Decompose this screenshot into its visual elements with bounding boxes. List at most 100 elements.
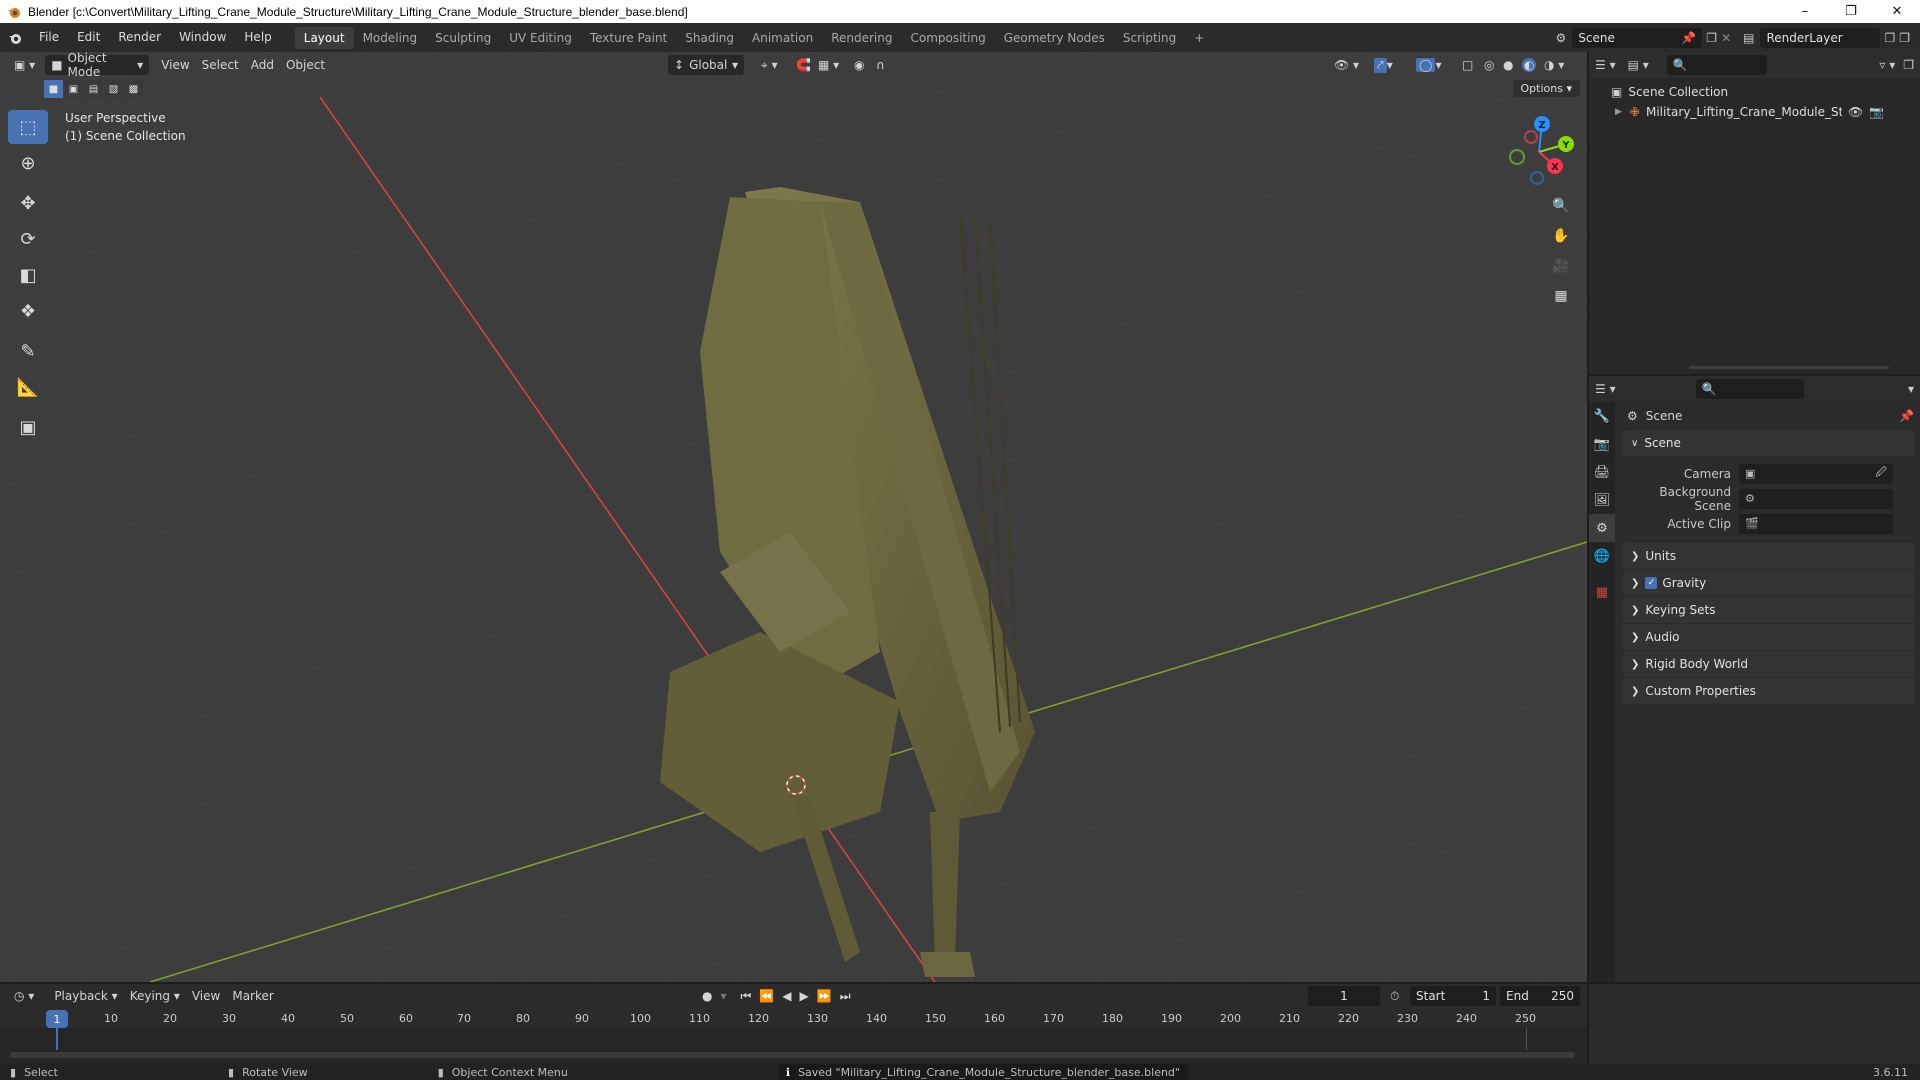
- zoom-icon[interactable]: 🔍: [1549, 194, 1573, 218]
- measure-icon[interactable]: 📐: [8, 370, 48, 404]
- menu-view[interactable]: View: [155, 55, 195, 75]
- select-subtract-icon[interactable]: ▤: [84, 80, 103, 98]
- menu-window[interactable]: Window: [170, 23, 235, 52]
- tab-geometry-nodes[interactable]: Geometry Nodes: [995, 27, 1114, 49]
- menu-playback[interactable]: Playback ▾: [48, 986, 123, 1006]
- delete-view-layer-icon[interactable]: ❐: [1899, 31, 1910, 45]
- snap-target-icon[interactable]: ▦ ▾: [812, 55, 845, 75]
- 3d-viewport[interactable]: ▣ ▾ ■ Object Mode ▾ View Select Add Obje…: [0, 52, 1587, 982]
- current-frame-field[interactable]: 1: [1308, 986, 1380, 1006]
- editor-type-icon[interactable]: ▣ ▾: [8, 55, 41, 75]
- active-clip-field[interactable]: 🎬: [1739, 513, 1893, 534]
- pan-hand-icon[interactable]: ✋: [1549, 224, 1573, 248]
- gravity-checkbox[interactable]: ✓: [1645, 577, 1658, 589]
- tab-rendering[interactable]: Rendering: [822, 27, 901, 49]
- outliner-scene-collection[interactable]: ▣ Scene Collection: [1589, 82, 1920, 102]
- display-mode-icon[interactable]: ▤ ▾: [1628, 58, 1649, 72]
- ortho-toggle-icon[interactable]: ▦: [1549, 284, 1573, 308]
- chevron-down-icon[interactable]: ▾: [720, 989, 726, 1003]
- new-scene-icon[interactable]: ❐: [1706, 31, 1717, 45]
- keying-sets-panel-header[interactable]: ❯ Keying Sets: [1623, 597, 1914, 623]
- overlay-toggle-icon[interactable]: ◯ ▾: [1410, 55, 1447, 75]
- camera-render-icon[interactable]: 📷: [1869, 105, 1884, 119]
- tab-uv-editing[interactable]: UV Editing: [500, 27, 581, 49]
- eye-icon[interactable]: 👁: [1848, 105, 1863, 119]
- jump-start-icon[interactable]: ⏮: [741, 989, 752, 1004]
- menu-select[interactable]: Select: [196, 55, 245, 75]
- rendered-shading-icon[interactable]: ◑ ▾: [1538, 55, 1570, 75]
- rotate-icon[interactable]: ⟳: [8, 222, 48, 256]
- background-scene-field[interactable]: ⚙: [1739, 488, 1893, 509]
- menu-edit[interactable]: Edit: [68, 23, 109, 52]
- expand-arrow-icon[interactable]: ▶: [1615, 107, 1622, 117]
- timeline-scrollbar[interactable]: [10, 1052, 1575, 1058]
- menu-timeline-view[interactable]: View: [186, 986, 226, 1006]
- minimize-icon[interactable]: –: [1782, 0, 1828, 23]
- end-frame-field[interactable]: End 250: [1500, 986, 1580, 1006]
- scene-selector[interactable]: Scene 📌: [1572, 27, 1703, 48]
- camera-view-icon[interactable]: 🎥: [1549, 254, 1573, 278]
- tab-shading[interactable]: Shading: [676, 27, 743, 49]
- playhead[interactable]: 1: [46, 1010, 68, 1028]
- tab-texture-paint[interactable]: Texture Paint: [581, 27, 676, 49]
- rigid-body-world-panel-header[interactable]: ❯ Rigid Body World: [1623, 651, 1914, 677]
- properties-editor-icon[interactable]: ☰ ▾: [1595, 382, 1616, 396]
- outliner-editor-icon[interactable]: ☰ ▾: [1595, 58, 1616, 72]
- add-cube-icon[interactable]: ▣: [8, 410, 48, 444]
- play-icon[interactable]: ▶: [800, 989, 809, 1003]
- select-invert-icon[interactable]: ▧: [104, 80, 123, 98]
- properties-search-input[interactable]: 🔍: [1695, 379, 1804, 399]
- navigation-gizmo[interactable]: Z Y X: [1499, 112, 1579, 192]
- record-icon[interactable]: ●: [702, 989, 712, 1003]
- pin-icon[interactable]: 📌: [1681, 31, 1696, 45]
- menu-render[interactable]: Render: [109, 23, 170, 52]
- blender-menu-icon[interactable]: [0, 23, 30, 52]
- eyedropper-icon[interactable]: 🖉: [1875, 464, 1887, 483]
- menu-object[interactable]: Object: [280, 55, 331, 75]
- render-tab-icon[interactable]: 📷: [1589, 430, 1615, 458]
- select-extend-icon[interactable]: ▣: [64, 80, 83, 98]
- outliner-row[interactable]: ▶ ✙ Military_Lifting_Crane_Module_Struct…: [1589, 102, 1920, 122]
- menu-add[interactable]: Add: [245, 55, 280, 75]
- outliner-search-input[interactable]: 🔍: [1666, 55, 1767, 75]
- next-keyframe-icon[interactable]: ⏩: [817, 989, 832, 1003]
- start-frame-field[interactable]: Start 1: [1410, 986, 1496, 1006]
- tab-animation[interactable]: Animation: [743, 27, 822, 49]
- render-layer-selector[interactable]: RenderLayer: [1760, 27, 1881, 48]
- cursor-icon[interactable]: ⊕: [8, 146, 48, 180]
- options-button[interactable]: Options ▾: [1512, 80, 1580, 97]
- filter-icon[interactable]: ▿ ▾: [1879, 58, 1895, 72]
- scene-icon[interactable]: ⚙: [1556, 31, 1567, 45]
- scene-panel-header[interactable]: ∨ Scene: [1623, 430, 1914, 456]
- jump-end-icon[interactable]: ⏭: [840, 989, 851, 1004]
- tab-scripting[interactable]: Scripting: [1114, 27, 1185, 49]
- select-new-icon[interactable]: ■: [44, 80, 63, 98]
- close-icon[interactable]: ✕: [1874, 0, 1920, 23]
- timeline-editor-icon[interactable]: ◷ ▾: [8, 986, 40, 1006]
- menu-file[interactable]: File: [30, 23, 68, 52]
- select-box-icon[interactable]: ⬚: [8, 110, 48, 144]
- new-view-layer-icon[interactable]: ❐: [1884, 31, 1895, 45]
- preview-range-icon[interactable]: ⏱: [1390, 989, 1399, 1004]
- scene-tab-icon[interactable]: ⚙: [1589, 514, 1615, 542]
- chevron-down-icon[interactable]: ▾: [1908, 382, 1914, 396]
- move-icon[interactable]: ✥: [8, 186, 48, 220]
- tab-sculpting[interactable]: Sculpting: [426, 27, 500, 49]
- tool-tab-icon[interactable]: 🔧: [1589, 402, 1615, 430]
- status-report[interactable]: ℹ Saved "Military_Lifting_Crane_Module_S…: [777, 1064, 1188, 1080]
- outliner-scrollbar[interactable]: [1689, 366, 1889, 369]
- prev-keyframe-icon[interactable]: ⏪: [759, 989, 774, 1003]
- play-reverse-icon[interactable]: ◀: [782, 989, 791, 1003]
- gravity-panel-header[interactable]: ❯ ✓ Gravity: [1623, 570, 1914, 596]
- custom-properties-panel-header[interactable]: ❯ Custom Properties: [1623, 678, 1914, 704]
- tab-compositing[interactable]: Compositing: [901, 27, 994, 49]
- units-panel-header[interactable]: ❯ Units: [1623, 543, 1914, 569]
- visibility-icon[interactable]: 👁 ▾: [1328, 55, 1365, 75]
- tab-layout[interactable]: Layout: [294, 26, 354, 49]
- select-intersect-icon[interactable]: ▩: [124, 80, 143, 98]
- new-collection-icon[interactable]: ❐: [1903, 58, 1914, 72]
- view-layer-icon[interactable]: ▤: [1743, 31, 1754, 45]
- pivot-point-icon[interactable]: ⌖ ▾: [755, 55, 784, 75]
- menu-help[interactable]: Help: [235, 23, 280, 52]
- mode-selector[interactable]: ■ Object Mode ▾: [45, 52, 150, 79]
